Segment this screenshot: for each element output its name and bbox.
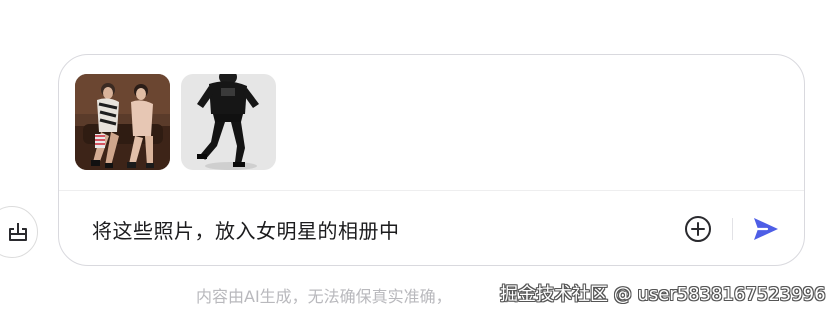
plus-circle-icon: [685, 216, 711, 242]
message-composer: 将这些照片，放入女明星的相册中: [58, 54, 805, 266]
composer-divider: [59, 190, 804, 191]
send-button[interactable]: [751, 215, 781, 243]
attachment-thumbnail-2[interactable]: [181, 74, 276, 170]
add-attachment-button[interactable]: [683, 214, 713, 244]
attachment-list: [75, 74, 276, 170]
photo-man-in-black-image: [181, 74, 276, 170]
ai-disclaimer: 内容由AI生成，无法确保真实准确，: [196, 287, 452, 306]
side-action-button[interactable]: [0, 206, 38, 258]
chat-input-area: 将这些照片，放入女明星的相册中 内容由AI生成，无法确保真实准确， 掘金技术社区…: [0, 0, 836, 312]
export-icon: [9, 223, 27, 241]
button-separator: [732, 218, 733, 240]
watermark: 掘金技术社区 @ user5838167523996: [500, 284, 826, 305]
photo-two-women-image: [75, 74, 170, 170]
send-icon: [754, 218, 778, 240]
message-input[interactable]: 将这些照片，放入女明星的相册中: [92, 215, 400, 244]
attachment-thumbnail-1[interactable]: [75, 74, 170, 170]
